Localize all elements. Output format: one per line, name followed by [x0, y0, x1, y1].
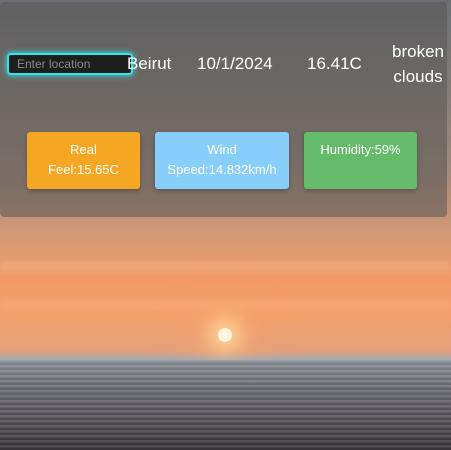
wind-speed-card: Wind Speed:14.832km/h: [155, 132, 289, 189]
real-feel-label: Real: [70, 142, 97, 157]
cloud-streak: [0, 262, 451, 272]
wind-label: Wind: [207, 142, 237, 157]
date: 10/1/2024: [197, 54, 273, 73]
real-feel-card: Real Feel:15.65C: [27, 132, 140, 189]
description-line-1: broken: [392, 42, 444, 61]
humidity-value: Humidity:59%: [320, 142, 401, 157]
temperature: 16.41C: [307, 54, 362, 73]
wind-speed-value: Speed:14.832km/h: [167, 162, 277, 177]
humidity-card: Humidity:59%: [304, 132, 417, 189]
cloud-streak: [0, 300, 451, 310]
real-feel-value: Feel:15.65C: [48, 162, 119, 177]
city-name: Beirut: [127, 54, 172, 73]
weather-panel: Beirut 10/1/2024 16.41C broken clouds Re…: [0, 2, 447, 217]
location-search-input[interactable]: [7, 53, 133, 75]
sun: [218, 328, 232, 342]
weather-description: broken clouds: [385, 39, 451, 89]
description-line-2: clouds: [393, 67, 443, 86]
sea: [0, 360, 451, 450]
